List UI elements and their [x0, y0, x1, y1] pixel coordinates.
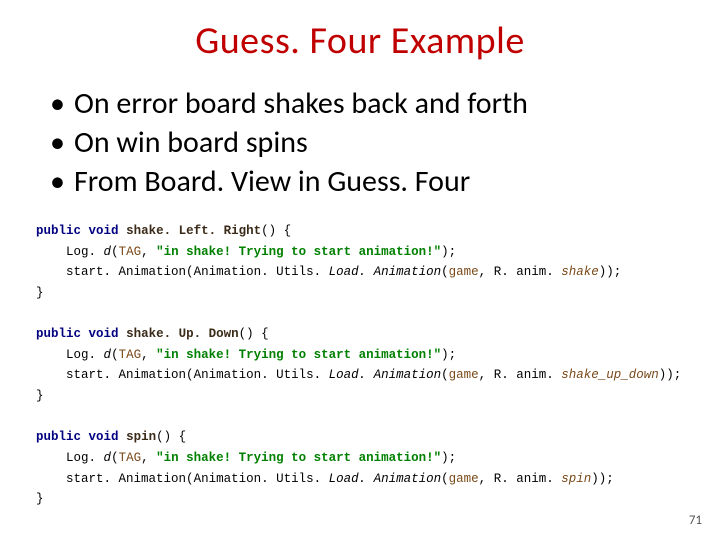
bullet-item: From Board. View in Guess. Four	[50, 162, 690, 201]
bullet-item: On win board spins	[50, 123, 690, 162]
bullet-item: On error board shakes back and forth	[50, 84, 690, 123]
page-number: 71	[689, 513, 702, 528]
code-block: public void shake. Left. Right() { Log. …	[30, 221, 690, 510]
slide-title: Guess. Four Example	[30, 18, 690, 64]
bullet-list: On error board shakes back and forth On …	[30, 84, 690, 201]
